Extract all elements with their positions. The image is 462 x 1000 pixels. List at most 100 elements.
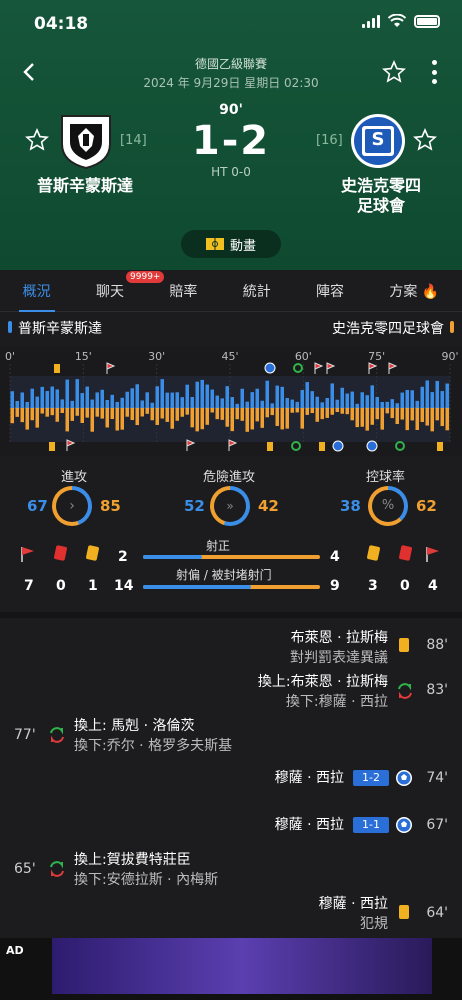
home-yellow-value: 1 bbox=[88, 578, 98, 594]
momentum-home-bar bbox=[15, 400, 19, 408]
event-74[interactable]: 穆薩 · 西拉 bbox=[275, 768, 344, 788]
momentum-away-bar bbox=[270, 408, 274, 416]
event-sub-in: 換上:布萊恩 · 拉斯梅 bbox=[257, 674, 388, 690]
animation-button[interactable]: 動畫 bbox=[181, 230, 281, 258]
momentum-away-bar bbox=[40, 408, 44, 414]
timeline-tick-label: 60' bbox=[295, 350, 312, 363]
momentum-home-bar bbox=[205, 384, 209, 408]
event-minute: 77' bbox=[14, 727, 36, 743]
momentum-home-bar bbox=[425, 380, 429, 408]
momentum-away-bar bbox=[110, 408, 114, 420]
event-minute: 65' bbox=[14, 861, 36, 877]
momentum-away-bar bbox=[355, 408, 359, 428]
momentum-home-bar bbox=[70, 400, 74, 408]
pitch-icon bbox=[205, 238, 224, 250]
timeline-goal-marker bbox=[366, 440, 378, 452]
momentum-away-bar bbox=[420, 408, 424, 422]
momentum-away-bar bbox=[305, 408, 309, 415]
away-team-logo[interactable]: S bbox=[350, 112, 406, 170]
tab-chat[interactable]: 聊天 9999+ bbox=[92, 270, 165, 301]
momentum-away-bar bbox=[395, 408, 399, 425]
tab-label: 聊天 bbox=[96, 283, 125, 300]
event-64[interactable]: 穆薩 · 西拉 犯規 bbox=[319, 894, 388, 934]
yellow-card-icon bbox=[399, 905, 409, 919]
momentum-home-bar bbox=[415, 400, 419, 408]
momentum-home-bar bbox=[315, 396, 319, 408]
momentum-home-bar bbox=[60, 399, 64, 408]
momentum-away-bar bbox=[345, 408, 349, 415]
tab-odds[interactable]: 賠率 bbox=[165, 281, 201, 301]
home-red-value: 0 bbox=[56, 578, 66, 594]
momentum-home-bar bbox=[350, 391, 354, 408]
momentum-home-bar bbox=[80, 393, 84, 408]
momentum-away-bar bbox=[15, 408, 19, 417]
home-favorite-star-icon[interactable] bbox=[25, 128, 49, 152]
event-77[interactable]: 換上: 馬剋 · 洛倫茨 換下:乔尔 · 格罗多夫斯基 bbox=[74, 716, 232, 756]
momentum-home-bar bbox=[410, 390, 414, 408]
momentum-away-bar bbox=[70, 408, 74, 421]
ad-image[interactable] bbox=[52, 938, 432, 994]
momentum-home-bar bbox=[215, 395, 219, 408]
home-team-logo[interactable] bbox=[58, 112, 114, 170]
timeline-tick-label: 45' bbox=[221, 350, 238, 363]
momentum-away-bar bbox=[370, 408, 374, 425]
tab-overview[interactable]: 概況 bbox=[18, 281, 55, 312]
momentum-home-bar bbox=[235, 403, 239, 408]
momentum-away-bar bbox=[35, 408, 39, 428]
momentum-home-bar bbox=[35, 396, 39, 408]
tab-lineup[interactable]: 陣容 bbox=[312, 281, 348, 301]
tab-plans[interactable]: 方案 🔥 bbox=[385, 281, 443, 301]
momentum-home-bar bbox=[310, 391, 314, 408]
momentum-away-bar bbox=[340, 408, 344, 414]
timeline-goal-marker bbox=[264, 362, 276, 374]
momentum-away-bar bbox=[105, 408, 109, 428]
event-65[interactable]: 換上:賀拔費特莊臣 換下:安德拉斯 · 內梅斯 bbox=[74, 850, 218, 890]
event-detail: 犯規 bbox=[360, 916, 388, 932]
timeline-tick-label: 75' bbox=[368, 350, 385, 363]
momentum-home-bar bbox=[320, 402, 324, 408]
momentum-away-bar bbox=[155, 408, 159, 425]
momentum-home-bar bbox=[435, 380, 439, 408]
chat-badge: 9999+ bbox=[126, 270, 165, 283]
away-team-name[interactable]: 史浩克零四 足球會 bbox=[316, 176, 446, 216]
triple-chevron-icon: » bbox=[214, 490, 246, 522]
momentum-home-bar bbox=[95, 392, 99, 408]
momentum-away-bar bbox=[445, 408, 449, 431]
fire-icon: 🔥 bbox=[421, 283, 440, 300]
momentum-home-bar bbox=[195, 381, 199, 408]
momentum-home-bar bbox=[170, 392, 174, 408]
more-options-icon[interactable] bbox=[430, 60, 438, 84]
momentum-away-bar bbox=[335, 408, 339, 413]
momentum-home-bar bbox=[255, 388, 259, 408]
home-team-name[interactable]: 普斯辛蒙斯達 bbox=[20, 176, 150, 196]
event-88[interactable]: 布萊恩 · 拉斯梅 對判罰表達異議 bbox=[290, 628, 388, 668]
momentum-home-bar bbox=[370, 385, 374, 408]
momentum-away-bar bbox=[175, 408, 179, 421]
momentum-home-bar bbox=[280, 386, 284, 408]
momentum-away-bar bbox=[100, 408, 104, 419]
momentum-home-bar bbox=[100, 389, 104, 408]
momentum-home-bar bbox=[105, 400, 109, 408]
momentum-home-bar bbox=[50, 386, 54, 408]
event-67[interactable]: 穆薩 · 西拉 bbox=[275, 815, 344, 835]
possession-home-value: 38 bbox=[340, 497, 361, 515]
momentum-home-bar bbox=[300, 390, 304, 408]
tab-stats[interactable]: 統計 bbox=[239, 281, 275, 301]
momentum-away-bar bbox=[280, 408, 284, 430]
away-favorite-star-icon[interactable] bbox=[413, 128, 437, 152]
battery-icon bbox=[414, 14, 440, 28]
favorite-star-icon[interactable] bbox=[382, 60, 406, 84]
off-target-away-value: 9 bbox=[330, 578, 340, 594]
away-yellow-value: 3 bbox=[368, 578, 378, 594]
momentum-home-bar bbox=[240, 388, 244, 408]
chevron-right-icon: › bbox=[56, 490, 88, 522]
momentum-home-bar bbox=[85, 386, 89, 408]
danger-attack-label: 危險進攻 bbox=[203, 470, 256, 485]
tab-label: 概況 bbox=[22, 283, 51, 300]
momentum-away-bar bbox=[350, 408, 354, 421]
event-83[interactable]: 換上:布萊恩 · 拉斯梅 換下:穆薩 · 西拉 bbox=[258, 672, 388, 712]
momentum-away-bar bbox=[380, 408, 384, 430]
momentum-away-bar bbox=[85, 408, 89, 418]
momentum-away-bar bbox=[255, 408, 259, 422]
momentum-home-bar bbox=[285, 398, 289, 408]
